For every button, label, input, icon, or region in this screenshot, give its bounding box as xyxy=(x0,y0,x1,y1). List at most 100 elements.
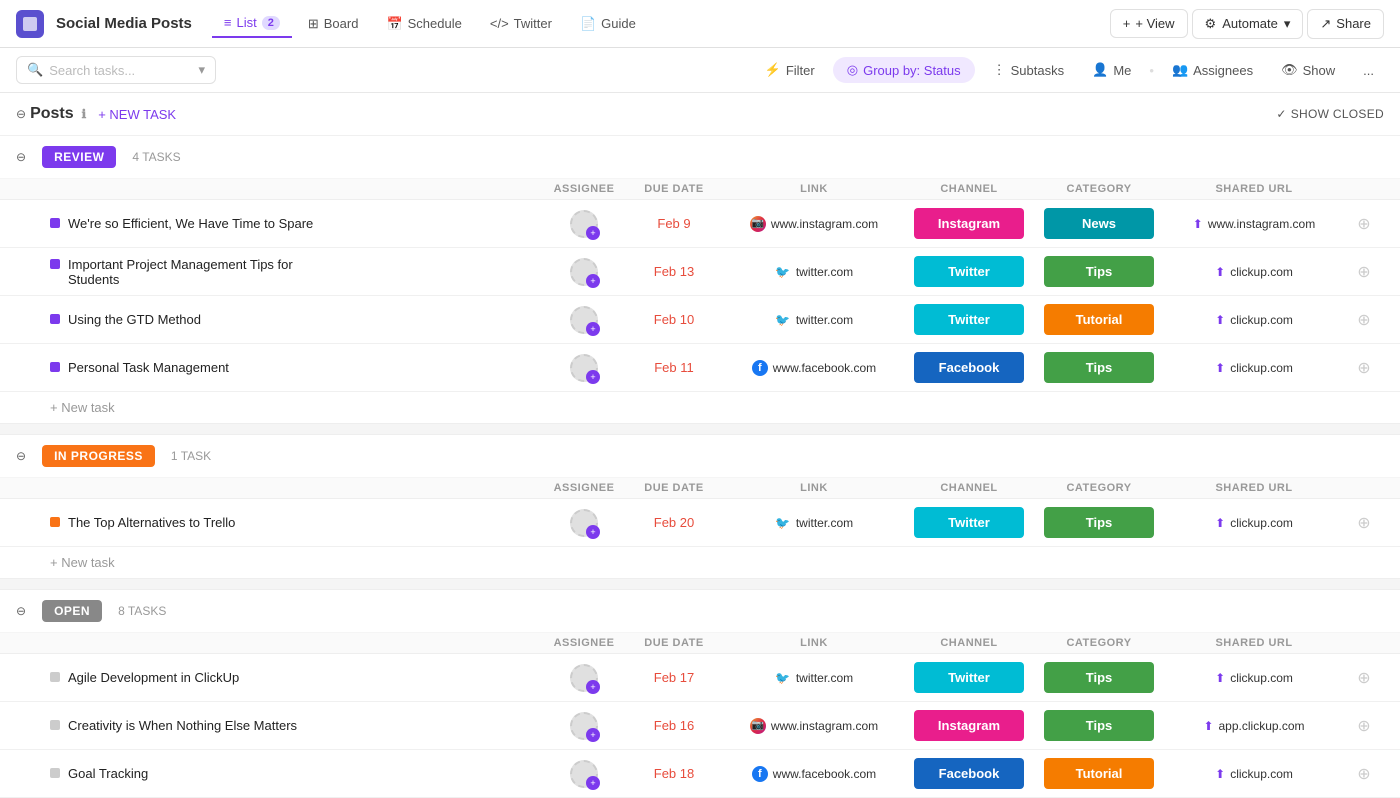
collapse-review-button[interactable]: ⊖ xyxy=(16,150,26,164)
category-cell[interactable]: Tips xyxy=(1034,710,1164,741)
channel-cell[interactable]: Facebook xyxy=(904,758,1034,789)
collapse-posts-button[interactable]: ⊖ xyxy=(16,107,26,121)
assignees-button[interactable]: 👥 Assignees xyxy=(1162,57,1263,83)
col-header-link: LINK xyxy=(724,637,904,649)
assignee-cell: + xyxy=(544,509,624,537)
category-cell[interactable]: Tutorial xyxy=(1034,758,1164,789)
new-task-row-in-progress[interactable]: + New task xyxy=(0,547,1400,578)
channel-cell[interactable]: Twitter xyxy=(904,662,1034,693)
link-cell[interactable]: 🐦 twitter.com xyxy=(724,312,904,328)
add-assignee-icon[interactable]: + xyxy=(586,274,600,288)
channel-cell[interactable]: Instagram xyxy=(904,208,1034,239)
view-button[interactable]: + + View xyxy=(1110,9,1188,38)
avatar[interactable]: + xyxy=(570,664,598,692)
nav-tab-board[interactable]: ⊞ Board xyxy=(296,10,371,38)
add-assignee-icon[interactable]: + xyxy=(586,525,600,539)
channel-cell[interactable]: Instagram xyxy=(904,710,1034,741)
add-assignee-icon[interactable]: + xyxy=(586,776,600,790)
channel-cell[interactable]: Twitter xyxy=(904,256,1034,287)
add-column-button[interactable]: ⊕ xyxy=(1344,668,1384,688)
link-cell[interactable]: 🐦 twitter.com xyxy=(724,515,904,531)
filter-button[interactable]: ⚡ Filter xyxy=(755,57,825,83)
nav-tab-schedule[interactable]: 📅 Schedule xyxy=(374,10,473,38)
add-assignee-icon[interactable]: + xyxy=(586,226,600,240)
add-column-button[interactable]: ⊕ xyxy=(1344,764,1384,784)
task-name[interactable]: Personal Task Management xyxy=(50,360,544,375)
channel-cell[interactable]: Facebook xyxy=(904,352,1034,383)
open-task-count: 8 TASKS xyxy=(118,604,166,618)
new-task-row-review[interactable]: + New task xyxy=(0,392,1400,423)
shared-url-cell: ⬆ www.instagram.com xyxy=(1164,217,1344,231)
automate-button[interactable]: ⚙ Automate ▾ xyxy=(1192,9,1304,39)
category-cell[interactable]: Tips xyxy=(1034,507,1164,538)
category-cell[interactable]: Tips xyxy=(1034,352,1164,383)
assignee-cell: + xyxy=(544,354,624,382)
me-button[interactable]: 👤 Me xyxy=(1082,57,1141,83)
add-column-button[interactable]: ⊕ xyxy=(1344,513,1384,533)
clickup-icon: ⬆ xyxy=(1215,767,1225,781)
add-assignee-icon[interactable]: + xyxy=(586,728,600,742)
avatar[interactable]: + xyxy=(570,509,598,537)
channel-cell[interactable]: Twitter xyxy=(904,507,1034,538)
search-placeholder: Search tasks... xyxy=(49,63,135,78)
category-cell[interactable]: News xyxy=(1034,208,1164,239)
search-dropdown-icon[interactable]: ▾ xyxy=(198,62,205,78)
task-name[interactable]: Using the GTD Method xyxy=(50,312,544,327)
nav-tab-twitter[interactable]: </> Twitter xyxy=(478,10,564,37)
link-cell[interactable]: 📷 www.instagram.com xyxy=(724,718,904,734)
category-cell[interactable]: Tutorial xyxy=(1034,304,1164,335)
task-name[interactable]: Important Project Management Tips forStu… xyxy=(50,257,544,287)
due-date-cell: Feb 16 xyxy=(624,718,724,733)
link-cell[interactable]: 🐦 twitter.com xyxy=(724,264,904,280)
show-closed-button[interactable]: ✓ SHOW CLOSED xyxy=(1276,107,1384,121)
task-name[interactable]: We're so Efficient, We Have Time to Spar… xyxy=(50,216,544,231)
check-icon: ✓ xyxy=(1276,107,1286,121)
avatar[interactable]: + xyxy=(570,354,598,382)
more-options-button[interactable]: ... xyxy=(1353,58,1384,83)
task-name[interactable]: Goal Tracking xyxy=(50,766,544,781)
avatar[interactable]: + xyxy=(570,210,598,238)
open-badge[interactable]: OPEN xyxy=(42,600,102,622)
add-assignee-icon[interactable]: + xyxy=(586,322,600,336)
nav-tab-guide[interactable]: 📄 Guide xyxy=(568,10,648,38)
avatar[interactable]: + xyxy=(570,712,598,740)
search-box[interactable]: 🔍 Search tasks... ▾ xyxy=(16,56,216,84)
add-assignee-icon[interactable]: + xyxy=(586,370,600,384)
category-cell[interactable]: Tips xyxy=(1034,256,1164,287)
link-cell[interactable]: f www.facebook.com xyxy=(724,360,904,376)
task-name[interactable]: Creativity is When Nothing Else Matters xyxy=(50,718,544,733)
user-icon: 👤 xyxy=(1092,62,1108,78)
avatar[interactable]: + xyxy=(570,306,598,334)
link-cell[interactable]: f www.facebook.com xyxy=(724,766,904,782)
status-group-in-progress: ⊖ IN PROGRESS 1 TASK ASSIGNEE DUE DATE L… xyxy=(0,435,1400,578)
task-name[interactable]: Agile Development in ClickUp xyxy=(50,670,544,685)
add-column-button[interactable]: ⊕ xyxy=(1344,716,1384,736)
add-column-button[interactable]: ⊕ xyxy=(1344,214,1384,234)
new-task-button[interactable]: + NEW TASK xyxy=(98,107,176,122)
avatar[interactable]: + xyxy=(570,258,598,286)
add-column-button[interactable]: ⊕ xyxy=(1344,262,1384,282)
category-badge: Tutorial xyxy=(1044,304,1154,335)
link-cell[interactable]: 📷 www.instagram.com xyxy=(724,216,904,232)
clickup-icon: ⬆ xyxy=(1215,361,1225,375)
group-by-button[interactable]: ◎ Group by: Status xyxy=(833,57,975,83)
category-cell[interactable]: Tips xyxy=(1034,662,1164,693)
info-icon[interactable]: ℹ xyxy=(82,107,87,121)
add-assignee-icon[interactable]: + xyxy=(586,680,600,694)
add-column-button[interactable]: ⊕ xyxy=(1344,358,1384,378)
collapse-open-button[interactable]: ⊖ xyxy=(16,604,26,618)
link-cell[interactable]: 🐦 twitter.com xyxy=(724,670,904,686)
app-title: Social Media Posts xyxy=(56,15,192,32)
subtasks-button[interactable]: ⋮ Subtasks xyxy=(983,57,1074,83)
add-column-button[interactable]: ⊕ xyxy=(1344,310,1384,330)
task-name[interactable]: The Top Alternatives to Trello xyxy=(50,515,544,530)
share-button[interactable]: ↗ Share xyxy=(1307,9,1384,39)
avatar[interactable]: + xyxy=(570,760,598,788)
review-badge[interactable]: REVIEW xyxy=(42,146,116,168)
in-progress-badge[interactable]: IN PROGRESS xyxy=(42,445,155,467)
code-icon: </> xyxy=(490,16,509,31)
collapse-in-progress-button[interactable]: ⊖ xyxy=(16,449,26,463)
nav-tab-list[interactable]: ≡ List 2 xyxy=(212,9,292,38)
channel-cell[interactable]: Twitter xyxy=(904,304,1034,335)
show-button[interactable]: 👁 Show xyxy=(1271,57,1345,83)
